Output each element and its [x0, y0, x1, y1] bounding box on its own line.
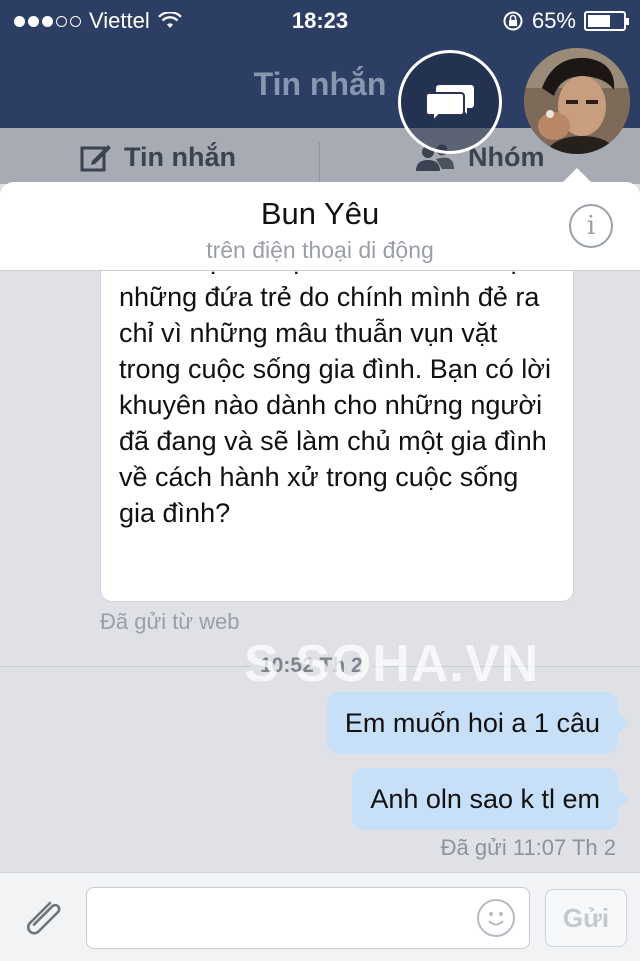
emoji-icon[interactable] — [477, 899, 515, 937]
incoming-message-bubble[interactable]: nhiều vụ bố mẹ nhẫn tâm hãm hại những đứ… — [100, 270, 574, 602]
compose-icon — [80, 144, 111, 171]
chat-heads-button[interactable] — [398, 50, 502, 154]
message-input[interactable] — [86, 887, 530, 949]
info-icon[interactable]: i — [569, 204, 613, 248]
contact-name[interactable]: Bun Yêu — [0, 196, 640, 232]
outgoing-message-bubble[interactable]: Em muốn hoi a 1 câu — [326, 692, 629, 754]
chat-bubbles-icon — [425, 85, 474, 123]
battery-icon — [584, 11, 629, 31]
message-thread[interactable]: nhiều vụ bố mẹ nhẫn tâm hãm hại những đứ… — [0, 270, 640, 872]
outgoing-message-bubble[interactable]: Anh oln sao k tl em — [352, 768, 629, 830]
status-bar: Viettel 18:23 65% — [0, 0, 640, 40]
outgoing-message-text: Em muốn hoi a 1 câu — [344, 708, 600, 738]
send-button[interactable]: Gửi — [545, 889, 627, 947]
tab-messages[interactable]: Tin nhắn — [80, 142, 236, 173]
status-right: 65% — [502, 8, 629, 34]
incoming-message-text: nhiều vụ bố mẹ nhẫn tâm hãm hại những đứ… — [119, 270, 551, 528]
outgoing-message-text: Anh oln sao k tl em — [370, 784, 600, 814]
tab-divider — [319, 142, 320, 182]
watermark: S SOHA.VN — [244, 635, 540, 693]
outgoing-message-meta: Đã gửi 11:07 Th 2 — [440, 835, 616, 860]
header-pointer — [562, 168, 592, 183]
battery-percent: 65% — [531, 8, 576, 33]
tab-messages-label: Tin nhắn — [124, 142, 236, 172]
avatar[interactable] — [524, 48, 630, 154]
tab-groups-label: Nhóm — [468, 142, 545, 172]
message-composer: Gửi — [0, 872, 640, 961]
avatar-photo — [524, 48, 630, 154]
incoming-message-meta: Đã gửi từ web — [100, 609, 240, 634]
rotation-lock-icon — [503, 11, 523, 31]
paperclip-icon[interactable] — [20, 895, 68, 939]
contact-status: trên điện thoại di động — [206, 237, 434, 263]
conversation-header: Bun Yêu trên điện thoại di động — [0, 168, 640, 271]
